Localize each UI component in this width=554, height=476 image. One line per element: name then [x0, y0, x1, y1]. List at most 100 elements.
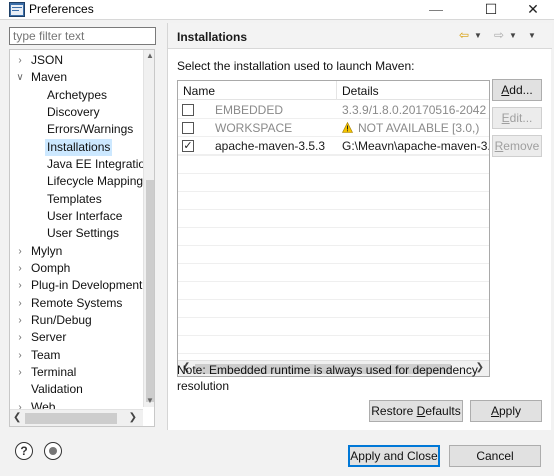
import-export-icon[interactable]: [44, 442, 62, 460]
page-title: Installations: [177, 30, 248, 44]
empty-row-line: [178, 353, 489, 354]
empty-row-line: [178, 263, 489, 264]
tree-item-label: Run/Debug: [31, 313, 92, 327]
cancel-button[interactable]: Cancel: [449, 445, 541, 467]
help-icon[interactable]: ?: [15, 442, 33, 460]
empty-row-line: [178, 299, 489, 300]
tree-item-label: User Interface: [47, 209, 123, 223]
tree-item-label: Templates: [47, 192, 102, 206]
empty-row-line: [178, 209, 489, 210]
minimize-button[interactable]: —: [413, 0, 459, 19]
empty-row-line: [178, 317, 489, 318]
back-dropdown-icon[interactable]: ▼: [474, 31, 482, 40]
empty-row-line: [178, 173, 489, 174]
empty-row-line: [178, 335, 489, 336]
warning-icon: [342, 122, 353, 133]
table-row[interactable]: EMBEDDED 3.3.9/1.8.0.20170516-2042: [178, 101, 489, 119]
preferences-icon: [9, 2, 25, 17]
tree-item-label: Archetypes: [47, 88, 108, 102]
mnemonic-letter: D: [416, 404, 426, 418]
back-arrow-icon[interactable]: ⇦: [459, 28, 469, 42]
installation-details: 3.3.9/1.8.0.20170516-2042: [342, 103, 487, 117]
tree-item-label: Mylyn: [31, 244, 63, 258]
empty-row-line: [178, 227, 489, 228]
title-bar: Preferences — ☐ ✕: [0, 0, 554, 19]
collapsed-chevron-icon[interactable]: ›: [15, 312, 25, 329]
tree-item-label: Terminal: [31, 365, 77, 379]
page-area: Installations ⇦ ▼ ⇨ ▼ ▼ Select the insta…: [167, 23, 552, 430]
tree-item-label: Java EE Integratio: [47, 157, 146, 171]
column-header-name[interactable]: Name: [183, 84, 215, 98]
tree-horizontal-scrollbar[interactable]: ❮ ❯: [10, 409, 143, 426]
collapsed-chevron-icon[interactable]: ›: [15, 295, 25, 312]
mnemonic-letter: A: [501, 83, 510, 97]
empty-row-line: [178, 191, 489, 192]
column-header-details[interactable]: Details: [342, 84, 379, 98]
empty-row-line: [178, 245, 489, 246]
expanded-chevron-icon[interactable]: ∨: [15, 69, 25, 86]
scroll-left-icon[interactable]: ❮: [13, 412, 21, 423]
view-menu-icon[interactable]: ▼: [528, 31, 536, 40]
collapsed-chevron-icon[interactable]: ›: [15, 364, 25, 381]
window-title: Preferences: [29, 2, 94, 16]
tree-item-label: JSON: [31, 53, 64, 67]
scroll-up-icon[interactable]: ▲: [144, 50, 154, 62]
collapsed-chevron-icon[interactable]: ›: [15, 243, 25, 260]
tree-item-label: Validation: [31, 382, 83, 396]
maximize-button[interactable]: ☐: [468, 0, 514, 19]
tree-item-label: Plug-in Development: [31, 278, 143, 292]
tree-item-label: Maven: [31, 70, 68, 84]
column-divider[interactable]: [336, 81, 337, 100]
empty-row-line: [178, 155, 489, 156]
scroll-thumb[interactable]: [146, 180, 154, 402]
tree-item-label: User Settings: [47, 226, 120, 240]
preference-tree: › JSON ∨ Maven Archetypes Discovery Errors/War…: [9, 49, 155, 427]
import-export-icon-center: [49, 447, 57, 455]
installation-name: apache-maven-3.5.3: [215, 139, 326, 153]
forward-arrow-icon[interactable]: ⇨: [494, 28, 504, 42]
row-checkbox[interactable]: [182, 122, 194, 134]
table-row[interactable]: ✓ apache-maven-3.5.3 G:\Meavn\apache-maven…: [178, 137, 490, 155]
collapsed-chevron-icon[interactable]: ›: [15, 329, 25, 346]
scroll-down-icon[interactable]: ▼: [144, 395, 154, 407]
collapsed-chevron-icon[interactable]: ›: [15, 260, 25, 277]
collapsed-chevron-icon[interactable]: ›: [15, 277, 25, 294]
table-header: Name Details: [178, 81, 489, 100]
intro-text: Select the installation used to launch M…: [177, 59, 415, 73]
row-checkbox[interactable]: ✓: [182, 140, 194, 152]
empty-row-line: [178, 281, 489, 282]
add-button[interactable]: Add...: [492, 79, 542, 101]
collapsed-chevron-icon[interactable]: ›: [15, 347, 25, 364]
tree-item-label: Server: [31, 330, 67, 344]
filter-input[interactable]: [9, 27, 156, 45]
page-header: Installations ⇦ ▼ ⇨ ▼ ▼: [168, 23, 552, 49]
close-button[interactable]: ✕: [510, 0, 554, 19]
tree-item-label: Errors/Warnings: [47, 122, 134, 136]
mnemonic-letter: R: [494, 139, 504, 153]
row-checkbox[interactable]: [182, 104, 194, 116]
tree-item-label: Lifecycle Mapping: [47, 174, 144, 188]
tree-item-label: Oomph: [31, 261, 71, 275]
scroll-right-icon[interactable]: ❯: [129, 412, 137, 423]
forward-dropdown-icon[interactable]: ▼: [509, 31, 517, 40]
collapsed-chevron-icon[interactable]: ›: [15, 52, 25, 69]
installation-name: EMBEDDED: [215, 103, 284, 117]
remove-button[interactable]: Remove: [492, 135, 542, 157]
tree-item-label: Discovery: [47, 105, 100, 119]
tree-vertical-scrollbar[interactable]: ▲ ▼: [143, 50, 154, 407]
installation-name: WORKSPACE: [215, 121, 293, 135]
table-row[interactable]: WORKSPACE NOT AVAILABLE [3.0,): [178, 119, 489, 137]
apply-and-close-button[interactable]: Apply and Close: [348, 445, 440, 467]
apply-button[interactable]: Apply: [470, 400, 542, 422]
tree-item-label: Installations: [45, 139, 113, 156]
tree-item-label: Remote Systems: [31, 296, 123, 310]
scroll-thumb[interactable]: [25, 413, 117, 424]
note-text: Note: Embedded runtime is always used fo…: [177, 363, 478, 393]
mnemonic-letter: A: [490, 404, 499, 418]
tree-item-label: Team: [31, 348, 61, 362]
edit-button[interactable]: Edit...: [492, 107, 542, 129]
installation-details: G:\Meavn\apache-maven-3.5: [342, 139, 490, 153]
restore-defaults-button[interactable]: Restore Defaults: [369, 400, 463, 422]
installations-table: Name Details EMBEDDED 3.3.9/1.8.0.2017051…: [177, 80, 490, 377]
mnemonic-letter: E: [501, 111, 510, 125]
